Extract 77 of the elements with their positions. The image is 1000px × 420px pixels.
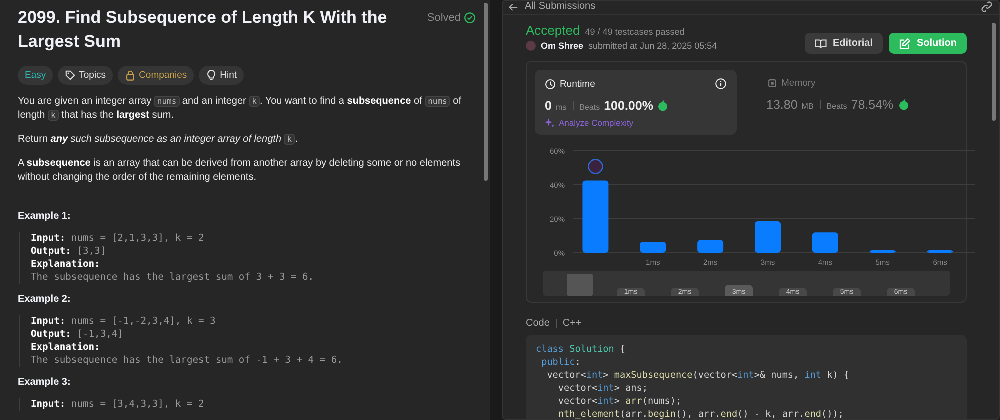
- language-label: C++: [562, 318, 582, 329]
- bar: [812, 232, 838, 253]
- back-link[interactable]: All Submissions: [508, 1, 596, 13]
- example-value: The subsequence has the largest sum of 3 + 3 = 6.: [31, 272, 314, 283]
- example-label: Explanation:: [31, 342, 100, 353]
- code-label: Code: [526, 318, 550, 329]
- beats-value: 100.00%: [604, 99, 654, 113]
- bar: [755, 222, 781, 253]
- submitted-text: submitted at Jun 28, 2025 05:54: [588, 41, 718, 51]
- example-label: Output:: [31, 246, 72, 257]
- code-line: vector<int> arr(nums);: [557, 395, 682, 408]
- solved-label: Solved: [427, 12, 461, 24]
- example-label: Explanation:: [31, 259, 100, 270]
- editorial-button[interactable]: Editorial: [804, 33, 883, 54]
- code-line: public:: [540, 356, 581, 369]
- code-line: vector<int> maxSubsequence(vector<int>& nums, int k) {: [546, 369, 850, 382]
- user-name[interactable]: Om Shree: [541, 41, 584, 51]
- hint-tag[interactable]: Hint: [199, 66, 244, 85]
- example-value: The subsequence has the largest sum of -1 + 3 + 4 = 6.: [31, 355, 343, 366]
- check-circle-icon: [464, 12, 476, 24]
- example-heading: Example 3:: [18, 377, 72, 388]
- code-line: vector<int> ans;: [557, 382, 648, 395]
- info-icon: [714, 78, 726, 90]
- beats-value: 78.54%: [851, 98, 894, 112]
- description-text: Return any such subsequence as an integer array of length k .: [18, 133, 299, 147]
- memory-stat[interactable]: Memory 13.80 MB Beats 78.54%: [756, 70, 958, 135]
- tag-icon: [65, 70, 76, 81]
- scrollbar-thumb[interactable]: [992, 23, 996, 121]
- example-value: [-1,3,4]: [76, 329, 124, 340]
- bar: [927, 250, 954, 253]
- bar: [640, 242, 666, 253]
- back-arrow-icon: [508, 2, 519, 12]
- book-icon: [814, 38, 827, 50]
- example-value: nums = [3,4,3,3], k = 2: [70, 399, 204, 410]
- example-value: nums = [2,1,3,3], k = 2: [70, 233, 204, 244]
- topics-tag[interactable]: Topics: [58, 66, 114, 85]
- example-label: Input:: [31, 399, 66, 410]
- code-line: class Solution {: [536, 343, 626, 356]
- description-text: You are given an integer array nums and an integer k . You want to find a subsequence of nums of length k that has the largest sum.: [18, 95, 462, 123]
- stat-title: Memory: [782, 78, 816, 89]
- lightbulb-icon: [206, 70, 218, 81]
- description-text: A subsequence is an array that can be derived from another array by deleting some or no elements without changing the order of the remaining elements.: [18, 157, 462, 185]
- stat-value: 13.80: [766, 98, 798, 112]
- difficulty-tag[interactable]: Easy: [18, 66, 54, 85]
- companies-tag[interactable]: Companies: [118, 66, 194, 85]
- link-icon: [981, 1, 993, 13]
- edit-icon: [899, 38, 911, 50]
- lock-icon: [125, 70, 136, 81]
- testcases-text: 49 / 49 testcases passed: [585, 27, 685, 37]
- example-value: [3,3]: [76, 246, 106, 257]
- example-label: Input:: [31, 233, 66, 244]
- example-label: Input:: [31, 316, 66, 327]
- bar: [698, 240, 724, 253]
- badge-icon: [657, 100, 670, 112]
- bar: [870, 250, 896, 253]
- chip-icon: [766, 78, 778, 89]
- stat-unit: MB: [802, 102, 814, 111]
- scrollbar-thumb[interactable]: [484, 3, 488, 181]
- stat-unit: ms: [556, 103, 567, 112]
- navigator-handle[interactable]: [567, 274, 593, 296]
- problem-title: 2099. Find Subsequence of Length K With the Largest Sum: [18, 7, 388, 53]
- avatar: [526, 41, 536, 51]
- avatar-marker: [588, 159, 604, 174]
- stat-value: 0: [545, 99, 552, 113]
- stat-title: Runtime: [560, 78, 596, 90]
- example-value: nums = [-1,-2,3,4], k = 3: [70, 316, 216, 327]
- status-label: Accepted: [526, 23, 580, 38]
- example-heading: Example 1:: [18, 211, 72, 222]
- code-line: nth_element(arr.begin(), arr.end() - k, arr.end());: [557, 408, 844, 419]
- clock-icon: [545, 78, 556, 90]
- runtime-stat[interactable]: Runtime 0 ms Beats 100.00% Analyze Complexity: [535, 70, 736, 135]
- badge-icon: [898, 99, 910, 111]
- sparkle-icon: [545, 118, 555, 128]
- example-heading: Example 2:: [18, 294, 72, 305]
- beats-label: Beats: [580, 103, 600, 112]
- example-label: Output:: [31, 329, 72, 340]
- beats-label: Beats: [826, 102, 848, 111]
